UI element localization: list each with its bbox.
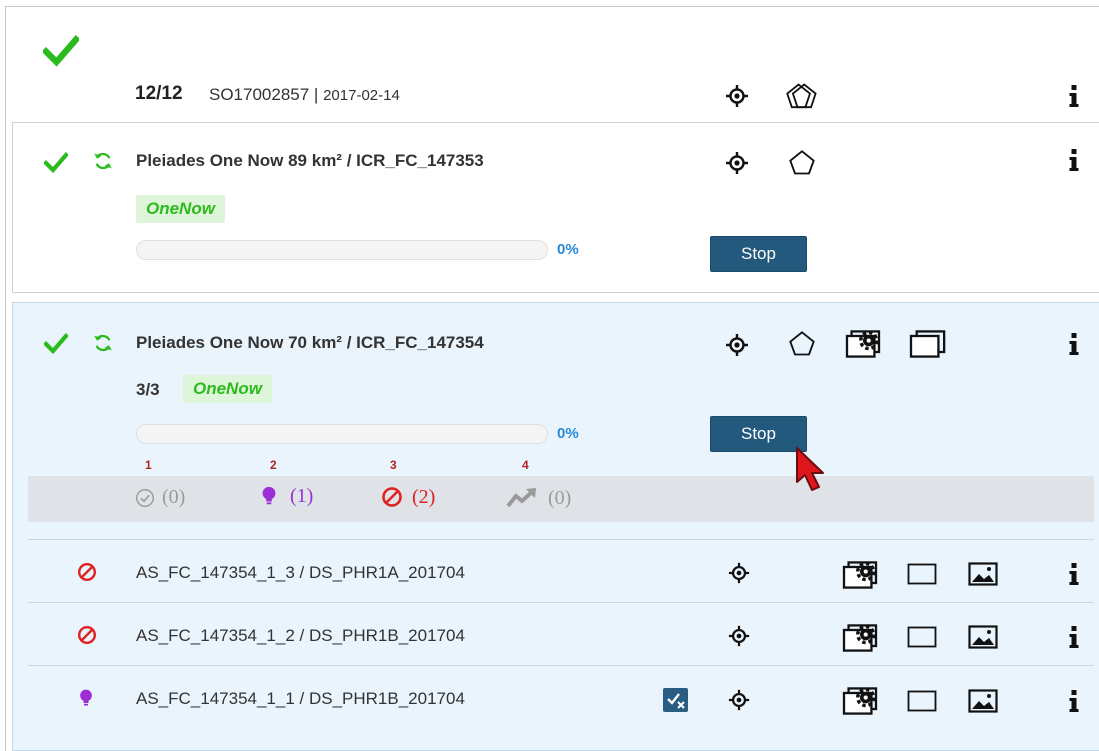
locate-target-icon[interactable] xyxy=(725,84,749,108)
lightbulb-icon xyxy=(76,687,96,709)
order-id: SO17002857 | 2017-02-14 xyxy=(209,85,400,104)
acquisition-label: AS_FC_147354_1_1 / DS_PHR1B_201704 xyxy=(136,689,465,708)
filter-number: 4 xyxy=(522,458,529,472)
item-count: 3/3 xyxy=(136,380,160,399)
info-icon[interactable] xyxy=(1068,562,1080,586)
progress-bar xyxy=(136,240,548,260)
prohibited-icon xyxy=(76,561,98,583)
locate-target-icon[interactable] xyxy=(728,689,750,711)
order-item-title: Pleiades One Now 89 km² / ICR_FC_147353 xyxy=(136,151,484,170)
info-icon[interactable] xyxy=(1068,689,1080,713)
footprint-icon[interactable] xyxy=(788,149,816,177)
row-divider xyxy=(28,602,1094,603)
filter-trending[interactable]: (0) xyxy=(506,486,571,510)
image-icon[interactable] xyxy=(968,625,998,649)
filter-count: (2) xyxy=(412,485,436,508)
check-circle-icon xyxy=(134,487,156,509)
image-icon[interactable] xyxy=(968,689,998,713)
filter-rejected[interactable]: (2) xyxy=(380,485,435,509)
footprint-rect-icon[interactable] xyxy=(907,626,937,648)
filter-count: (0) xyxy=(548,486,572,509)
stop-button[interactable]: Stop xyxy=(710,236,807,272)
check-x-icon xyxy=(667,693,685,709)
product-tag: OneNow xyxy=(136,195,225,223)
stop-button[interactable]: Stop xyxy=(710,416,807,452)
locate-target-icon[interactable] xyxy=(728,625,750,647)
progress-bar xyxy=(136,424,548,444)
accept-reject-button[interactable] xyxy=(663,688,688,712)
order-card-selected[interactable] xyxy=(12,302,1099,751)
mouse-pointer-icon xyxy=(794,446,828,496)
filter-completed[interactable]: (0) xyxy=(134,486,185,509)
refresh-icon[interactable] xyxy=(92,332,114,354)
footprint-icon[interactable] xyxy=(788,330,816,358)
filter-number: 3 xyxy=(390,458,397,472)
check-icon xyxy=(44,150,68,174)
info-icon[interactable] xyxy=(1068,148,1080,172)
trend-up-icon xyxy=(506,486,538,510)
info-icon[interactable] xyxy=(1068,625,1080,649)
row-divider xyxy=(28,665,1094,666)
filter-number: 2 xyxy=(270,458,277,472)
progress-percent: 0% xyxy=(557,425,579,442)
filter-proposed[interactable]: (1) xyxy=(258,484,313,508)
product-tag: OneNow xyxy=(183,375,272,403)
prohibited-icon xyxy=(76,624,98,646)
stack-icon[interactable] xyxy=(905,328,949,360)
check-icon xyxy=(44,331,68,355)
footprint-rect-icon[interactable] xyxy=(907,690,937,712)
row-divider xyxy=(28,539,1094,540)
order-date: 2017-02-14 xyxy=(323,87,400,104)
acquisition-label: AS_FC_147354_1_2 / DS_PHR1B_201704 xyxy=(136,626,465,645)
processing-stack-icon[interactable] xyxy=(840,685,880,717)
locate-target-icon[interactable] xyxy=(725,151,749,175)
order-count: 12/12 xyxy=(135,83,183,104)
lightbulb-icon xyxy=(258,484,280,508)
filter-count: (1) xyxy=(290,484,314,507)
locate-target-icon[interactable] xyxy=(725,333,749,357)
filter-number: 1 xyxy=(145,458,152,472)
processing-stack-icon[interactable] xyxy=(840,559,880,591)
processing-stack-icon[interactable] xyxy=(840,622,880,654)
info-icon[interactable] xyxy=(1068,332,1080,356)
footprint-rect-icon[interactable] xyxy=(907,563,937,585)
order-item-title: Pleiades One Now 70 km² / ICR_FC_147354 xyxy=(136,333,484,352)
filter-count: (0) xyxy=(162,486,186,508)
image-icon[interactable] xyxy=(968,562,998,586)
prohibited-icon xyxy=(380,485,404,509)
processing-stack-icon[interactable] xyxy=(843,328,883,360)
acquisition-label: AS_FC_147354_1_3 / DS_PHR1A_201704 xyxy=(136,563,465,582)
footprints-icon[interactable] xyxy=(785,82,819,112)
progress-percent: 0% xyxy=(557,241,579,258)
info-icon[interactable] xyxy=(1068,84,1080,108)
refresh-icon[interactable] xyxy=(92,150,114,172)
locate-target-icon[interactable] xyxy=(728,562,750,584)
check-icon xyxy=(43,32,79,68)
